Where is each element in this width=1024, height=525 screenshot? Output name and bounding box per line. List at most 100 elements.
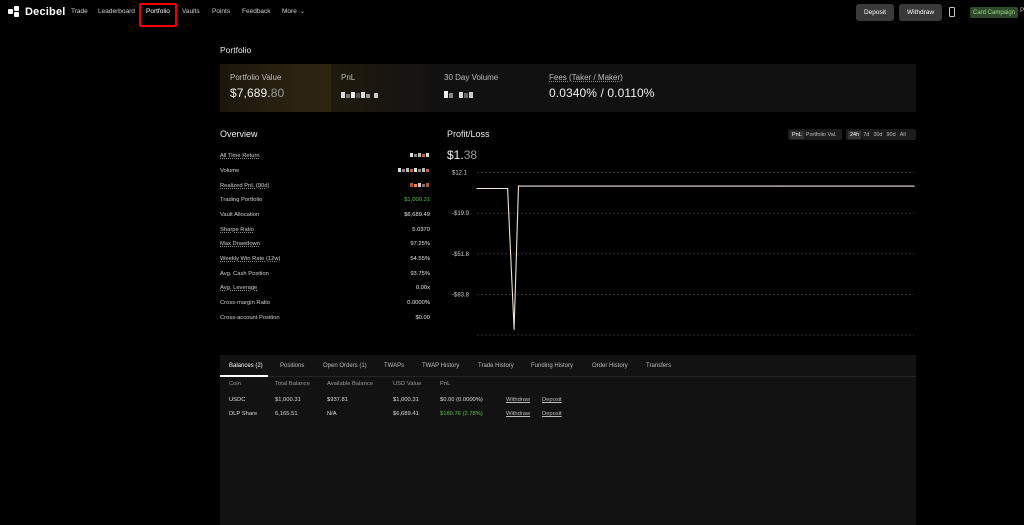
active-tab-underline — [220, 375, 268, 377]
fees-value: 0.0340% / 0.0110% — [549, 86, 655, 100]
fees-label[interactable]: Fees (Taker / Maker) — [549, 73, 769, 82]
redacted-icon — [444, 87, 474, 101]
y-tick-label: -$51.8 — [452, 252, 470, 258]
toggle-portfolio-value[interactable]: Portfolio Val. — [804, 131, 839, 139]
col-usd-value: USD Value — [393, 381, 422, 387]
nav-feedback[interactable]: Feedback — [242, 8, 271, 15]
tab-twap-history[interactable]: TWAP History — [422, 363, 459, 369]
mobile-icon[interactable] — [949, 7, 955, 17]
tab-trade-history[interactable]: Trade History — [478, 363, 514, 369]
withdraw-button[interactable]: Withdraw — [899, 4, 942, 21]
redacted-icon — [410, 183, 430, 189]
app-name: Decibel — [25, 6, 66, 18]
panel-tabs: Balances (2) Positions Open Orders (1) T… — [220, 355, 916, 377]
tab-balances[interactable]: Balances (2) — [229, 363, 263, 369]
overview-row-label[interactable]: Weekly Win Rate (12w) — [220, 256, 280, 262]
overview-row-value: 93.75% — [410, 271, 430, 277]
profit-loss-title: Profit/Loss — [447, 129, 490, 139]
overview-row: All Time Return — [220, 153, 430, 163]
overview-row-value: $0.00 — [415, 315, 430, 321]
row2-available: N/A — [327, 411, 337, 417]
overview-row: Cross-margin Ratio 0.0000% — [220, 300, 430, 310]
row2-total: 6,165.51 — [275, 411, 298, 417]
volume-redacted — [444, 86, 529, 101]
volume-label: 30 Day Volume — [444, 73, 499, 82]
overview-row-label[interactable]: Sharpe Ratio — [220, 227, 254, 233]
overview-row: Cross-account Position $0.00 — [220, 315, 430, 325]
tab-order-history[interactable]: Order History — [592, 363, 628, 369]
pnl-data-point — [913, 185, 915, 187]
nav-more[interactable]: More ⌄ — [282, 8, 305, 15]
pnl-series-line — [477, 185, 914, 330]
tab-open-orders[interactable]: Open Orders (1) — [323, 363, 367, 369]
overview-row-value: 0.00x — [415, 285, 430, 291]
overview-row-value: 97.25% — [410, 241, 430, 247]
overview-row: Trading Portfolio $1,000.31 — [220, 197, 430, 207]
edge-truncated-text: P — [1020, 7, 1024, 14]
tab-twaps[interactable]: TWAPs — [384, 363, 404, 369]
overview-row-label: Avg. Cash Position — [220, 271, 269, 277]
nav-leaderboard[interactable]: Leaderboard — [98, 8, 135, 15]
overview-row-label[interactable]: All Time Return — [220, 153, 260, 159]
overview-row: Avg. Cash Position 93.75% — [220, 271, 430, 281]
overview-row: Realized PnL (90d) — [220, 183, 430, 193]
pnl-data-point — [517, 185, 520, 187]
y-tick-label: $12.1 — [452, 170, 468, 176]
tab-transfers[interactable]: Transfers — [646, 363, 671, 369]
profit-loss-chart[interactable]: $12.1 -$19.9 -$51.8 -$83.8 — [447, 170, 916, 340]
profit-loss-value: $1.38 — [447, 148, 478, 162]
chart-mode-toggle: PnL Portfolio Val. — [788, 129, 842, 140]
overview-row-value: $6,689.49 — [404, 212, 430, 218]
row1-pnl: $0.00 (0.0000%) — [440, 397, 483, 403]
deposit-button[interactable]: Deposit — [856, 4, 894, 21]
col-pnl: PnL — [440, 381, 451, 387]
pnl-data-point — [513, 328, 515, 330]
row1-deposit-link[interactable]: Deposit — [542, 397, 562, 403]
redacted-icon — [410, 153, 430, 159]
range-7d[interactable]: 7d — [861, 131, 871, 139]
pnl-redacted — [341, 86, 424, 101]
nav-vaults[interactable]: Vaults — [182, 8, 200, 15]
range-24h[interactable]: 24h — [848, 130, 862, 139]
row2-withdraw-link[interactable]: Withdraw — [506, 411, 530, 417]
active-tab-highlight — [139, 3, 177, 27]
nav-points[interactable]: Points — [212, 8, 230, 15]
row1-withdraw-link[interactable]: Withdraw — [506, 397, 530, 403]
pnl-data-point — [506, 187, 509, 190]
portfolio-value: $7,689.80 — [230, 86, 285, 100]
col-total-balance: Total Balance — [275, 381, 310, 387]
nav-trade[interactable]: Trade — [71, 8, 88, 15]
redacted-icon — [398, 168, 430, 174]
overview-row-value — [410, 183, 430, 190]
y-tick-label: -$83.8 — [452, 293, 470, 299]
range-all[interactable]: All — [898, 131, 908, 139]
range-30d[interactable]: 30d — [871, 131, 884, 139]
row1-coin: USDC — [229, 397, 246, 403]
tab-positions[interactable]: Positions — [280, 363, 304, 369]
chevron-down-icon: ⌄ — [299, 9, 305, 15]
overview-row-label: Cross-account Position — [220, 315, 280, 321]
pnl-data-point — [476, 187, 478, 190]
tab-funding-history[interactable]: Funding History — [531, 363, 573, 369]
range-90d[interactable]: 90d — [885, 131, 898, 139]
overview-row: Vault Allocation $6,689.49 — [220, 212, 430, 222]
overview-title: Overview — [220, 129, 258, 139]
portfolio-summary: Portfolio Value $7,689.80 PnL 30 Day Vol… — [220, 64, 916, 112]
overview-row: Avg. Leverage 0.00x — [220, 285, 430, 295]
fees-card: Fees (Taker / Maker) 0.0340% / 0.0110% — [539, 64, 779, 112]
row1-available: $937.81 — [327, 397, 348, 403]
col-coin: Coin — [229, 381, 241, 387]
overview-row-label: Volume — [220, 168, 240, 174]
overview-row-label[interactable]: Realized PnL (90d) — [220, 183, 269, 189]
overview-row-value: $1,000.31 — [404, 197, 430, 203]
row2-coin: DLP Share — [229, 411, 258, 417]
pnl-card: PnL — [331, 64, 434, 112]
portfolio-value-card: Portfolio Value $7,689.80 — [220, 64, 331, 112]
row2-deposit-link[interactable]: Deposit — [542, 411, 562, 417]
app-logo[interactable]: Decibel — [8, 6, 66, 18]
balances-panel: Balances (2) Positions Open Orders (1) T… — [220, 355, 916, 525]
card-campaign-badge[interactable]: Card Campaign — [970, 7, 1019, 18]
toggle-pnl[interactable]: PnL — [790, 130, 804, 139]
overview-row-label[interactable]: Avg. Leverage — [220, 285, 257, 291]
overview-row-label[interactable]: Max Drawdown — [220, 241, 260, 247]
